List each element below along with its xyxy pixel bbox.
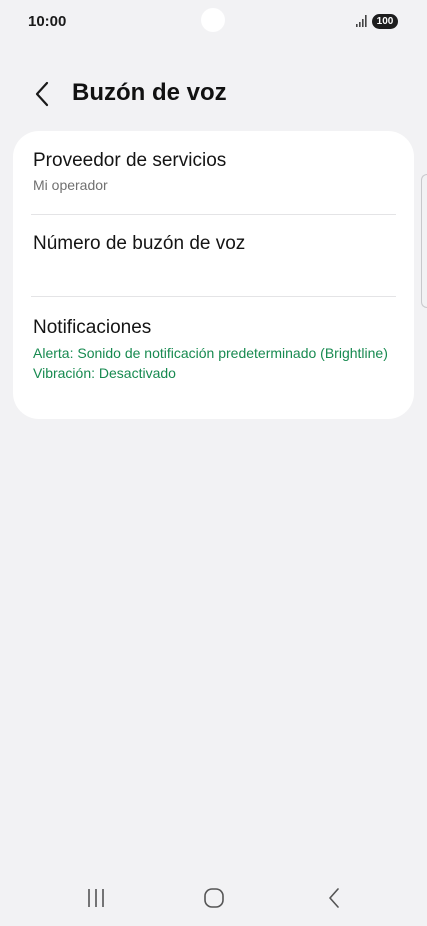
notifications-item[interactable]: Notificaciones Alerta: Sonido de notific… (13, 316, 414, 382)
status-bar: 10:00 100 (0, 0, 427, 44)
notifications-vibration-value: Vibración: Desactivado (33, 365, 176, 381)
notifications-title: Notificaciones (33, 317, 152, 338)
status-time: 10:00 (28, 13, 67, 30)
navigation-bar (0, 870, 427, 926)
divider (31, 296, 396, 297)
voicemail-number-title: Número de buzón de voz (33, 233, 246, 254)
signal-bars-icon (356, 15, 367, 27)
notifications-alert-value: Alerta: Sonido de notificación predeterm… (33, 345, 388, 361)
recents-icon (88, 889, 104, 907)
service-provider-title: Proveedor de servicios (33, 150, 227, 171)
recents-button[interactable] (76, 884, 116, 912)
voicemail-settings-card: Proveedor de servicios Mi operador Númer… (13, 131, 414, 419)
divider (31, 214, 396, 215)
edge-panel-handle[interactable] (421, 174, 427, 308)
service-provider-value: Mi operador (33, 177, 108, 193)
back-icon (329, 888, 339, 908)
page-title: Buzón de voz (72, 79, 227, 106)
battery-indicator: 100 (372, 14, 398, 29)
voicemail-number-item[interactable]: Número de buzón de voz (13, 232, 414, 256)
home-button[interactable] (194, 884, 234, 912)
chevron-left-icon (35, 81, 49, 107)
service-provider-item[interactable]: Proveedor de servicios Mi operador (13, 149, 414, 194)
back-button[interactable] (28, 80, 56, 108)
app-bar: Buzón de voz (0, 70, 427, 120)
nav-back-button[interactable] (314, 884, 354, 912)
home-icon (204, 888, 224, 908)
front-camera-cutout (201, 8, 225, 32)
